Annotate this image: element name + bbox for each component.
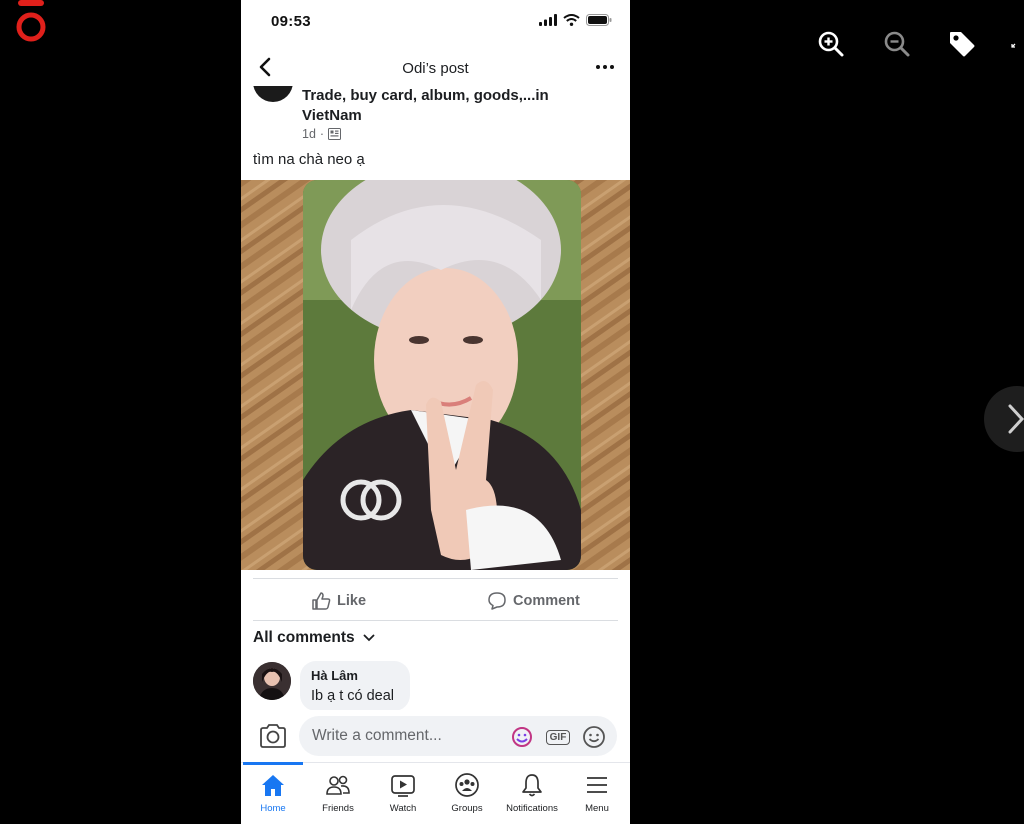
tab-label: Notifications <box>506 803 558 814</box>
meta-separator: · <box>319 127 325 141</box>
phone-screenshot: 09:53 Odi’s post Trade, buy card, album,… <box>241 0 630 824</box>
tab-friends[interactable]: Friends <box>306 770 370 814</box>
zoom-out-button[interactable] <box>881 28 913 60</box>
status-icons <box>539 14 612 26</box>
friends-icon <box>326 775 350 795</box>
home-icon <box>262 775 284 796</box>
tab-label: Menu <box>585 803 609 814</box>
gif-icon: GIF <box>545 729 571 745</box>
tab-home[interactable]: Home <box>241 770 305 814</box>
tab-groups[interactable]: Groups <box>435 770 499 814</box>
status-time: 09:53 <box>271 13 311 30</box>
avatar-sticker-icon <box>512 727 532 747</box>
comment-filter-label: All comments <box>253 629 355 646</box>
tab-notifications[interactable]: Notifications <box>500 770 564 814</box>
tab-watch[interactable]: Watch <box>371 770 435 814</box>
emoji-button[interactable] <box>581 724 607 750</box>
group-privacy-icon <box>328 128 342 140</box>
viewer-logo <box>14 0 48 44</box>
emoji-icon <box>583 726 605 748</box>
zoom-in-icon <box>818 31 844 57</box>
post-text: tìm na chà neo ạ <box>253 151 365 168</box>
more-icon <box>596 65 614 69</box>
commenter-avatar[interactable] <box>253 662 291 700</box>
active-tab-indicator <box>243 762 303 765</box>
more-options-button[interactable] <box>594 58 616 76</box>
divider <box>253 620 618 621</box>
comment-filter-dropdown[interactable]: All comments <box>253 629 375 647</box>
post-photo[interactable] <box>241 180 630 570</box>
comment-label: Comment <box>513 593 580 609</box>
fullscreen-button[interactable] <box>1010 28 1024 60</box>
tab-label: Watch <box>389 803 417 814</box>
wifi-icon <box>563 14 580 26</box>
tab-label: Home <box>260 803 286 814</box>
like-label: Like <box>337 593 367 609</box>
comment-text: Ib ạ t có deal <box>311 688 395 704</box>
tag-button[interactable] <box>946 28 978 60</box>
tab-menu[interactable]: Menu <box>565 770 629 814</box>
battery-icon <box>586 14 612 26</box>
like-button[interactable]: Like <box>311 591 366 611</box>
comment-author[interactable]: Hà Lâm <box>311 668 358 683</box>
groups-icon <box>455 773 479 797</box>
chevron-right-icon <box>1008 404 1024 434</box>
zoom-out-icon <box>884 31 910 57</box>
fullscreen-icon <box>1011 43 1016 48</box>
post-time[interactable]: 1d <box>302 127 316 141</box>
page-title: Odi’s post <box>402 60 469 77</box>
post-meta: 1d · <box>302 127 342 141</box>
watch-icon <box>391 775 415 797</box>
gif-button[interactable]: GIF <box>545 724 571 750</box>
thumbs-up-icon <box>312 592 331 610</box>
comment-button[interactable]: Comment <box>487 591 580 611</box>
next-photo-button[interactable] <box>984 386 1024 452</box>
tab-label: Friends <box>322 803 354 814</box>
tag-icon <box>950 32 975 57</box>
camera-button[interactable] <box>259 723 287 749</box>
group-name[interactable]: Trade, buy card, album, goods,...in Viet… <box>302 86 602 126</box>
chevron-down-icon <box>363 634 375 642</box>
divider <box>253 578 618 579</box>
gif-label: GIF <box>549 731 567 743</box>
menu-icon <box>587 777 607 793</box>
avatar-sticker-button[interactable] <box>509 724 535 750</box>
signal-icon <box>539 14 557 26</box>
bell-icon <box>522 774 542 797</box>
zoom-in-button[interactable] <box>815 28 847 60</box>
tab-label: Groups <box>451 803 483 814</box>
camera-icon <box>260 724 286 748</box>
comment-icon <box>488 592 506 610</box>
